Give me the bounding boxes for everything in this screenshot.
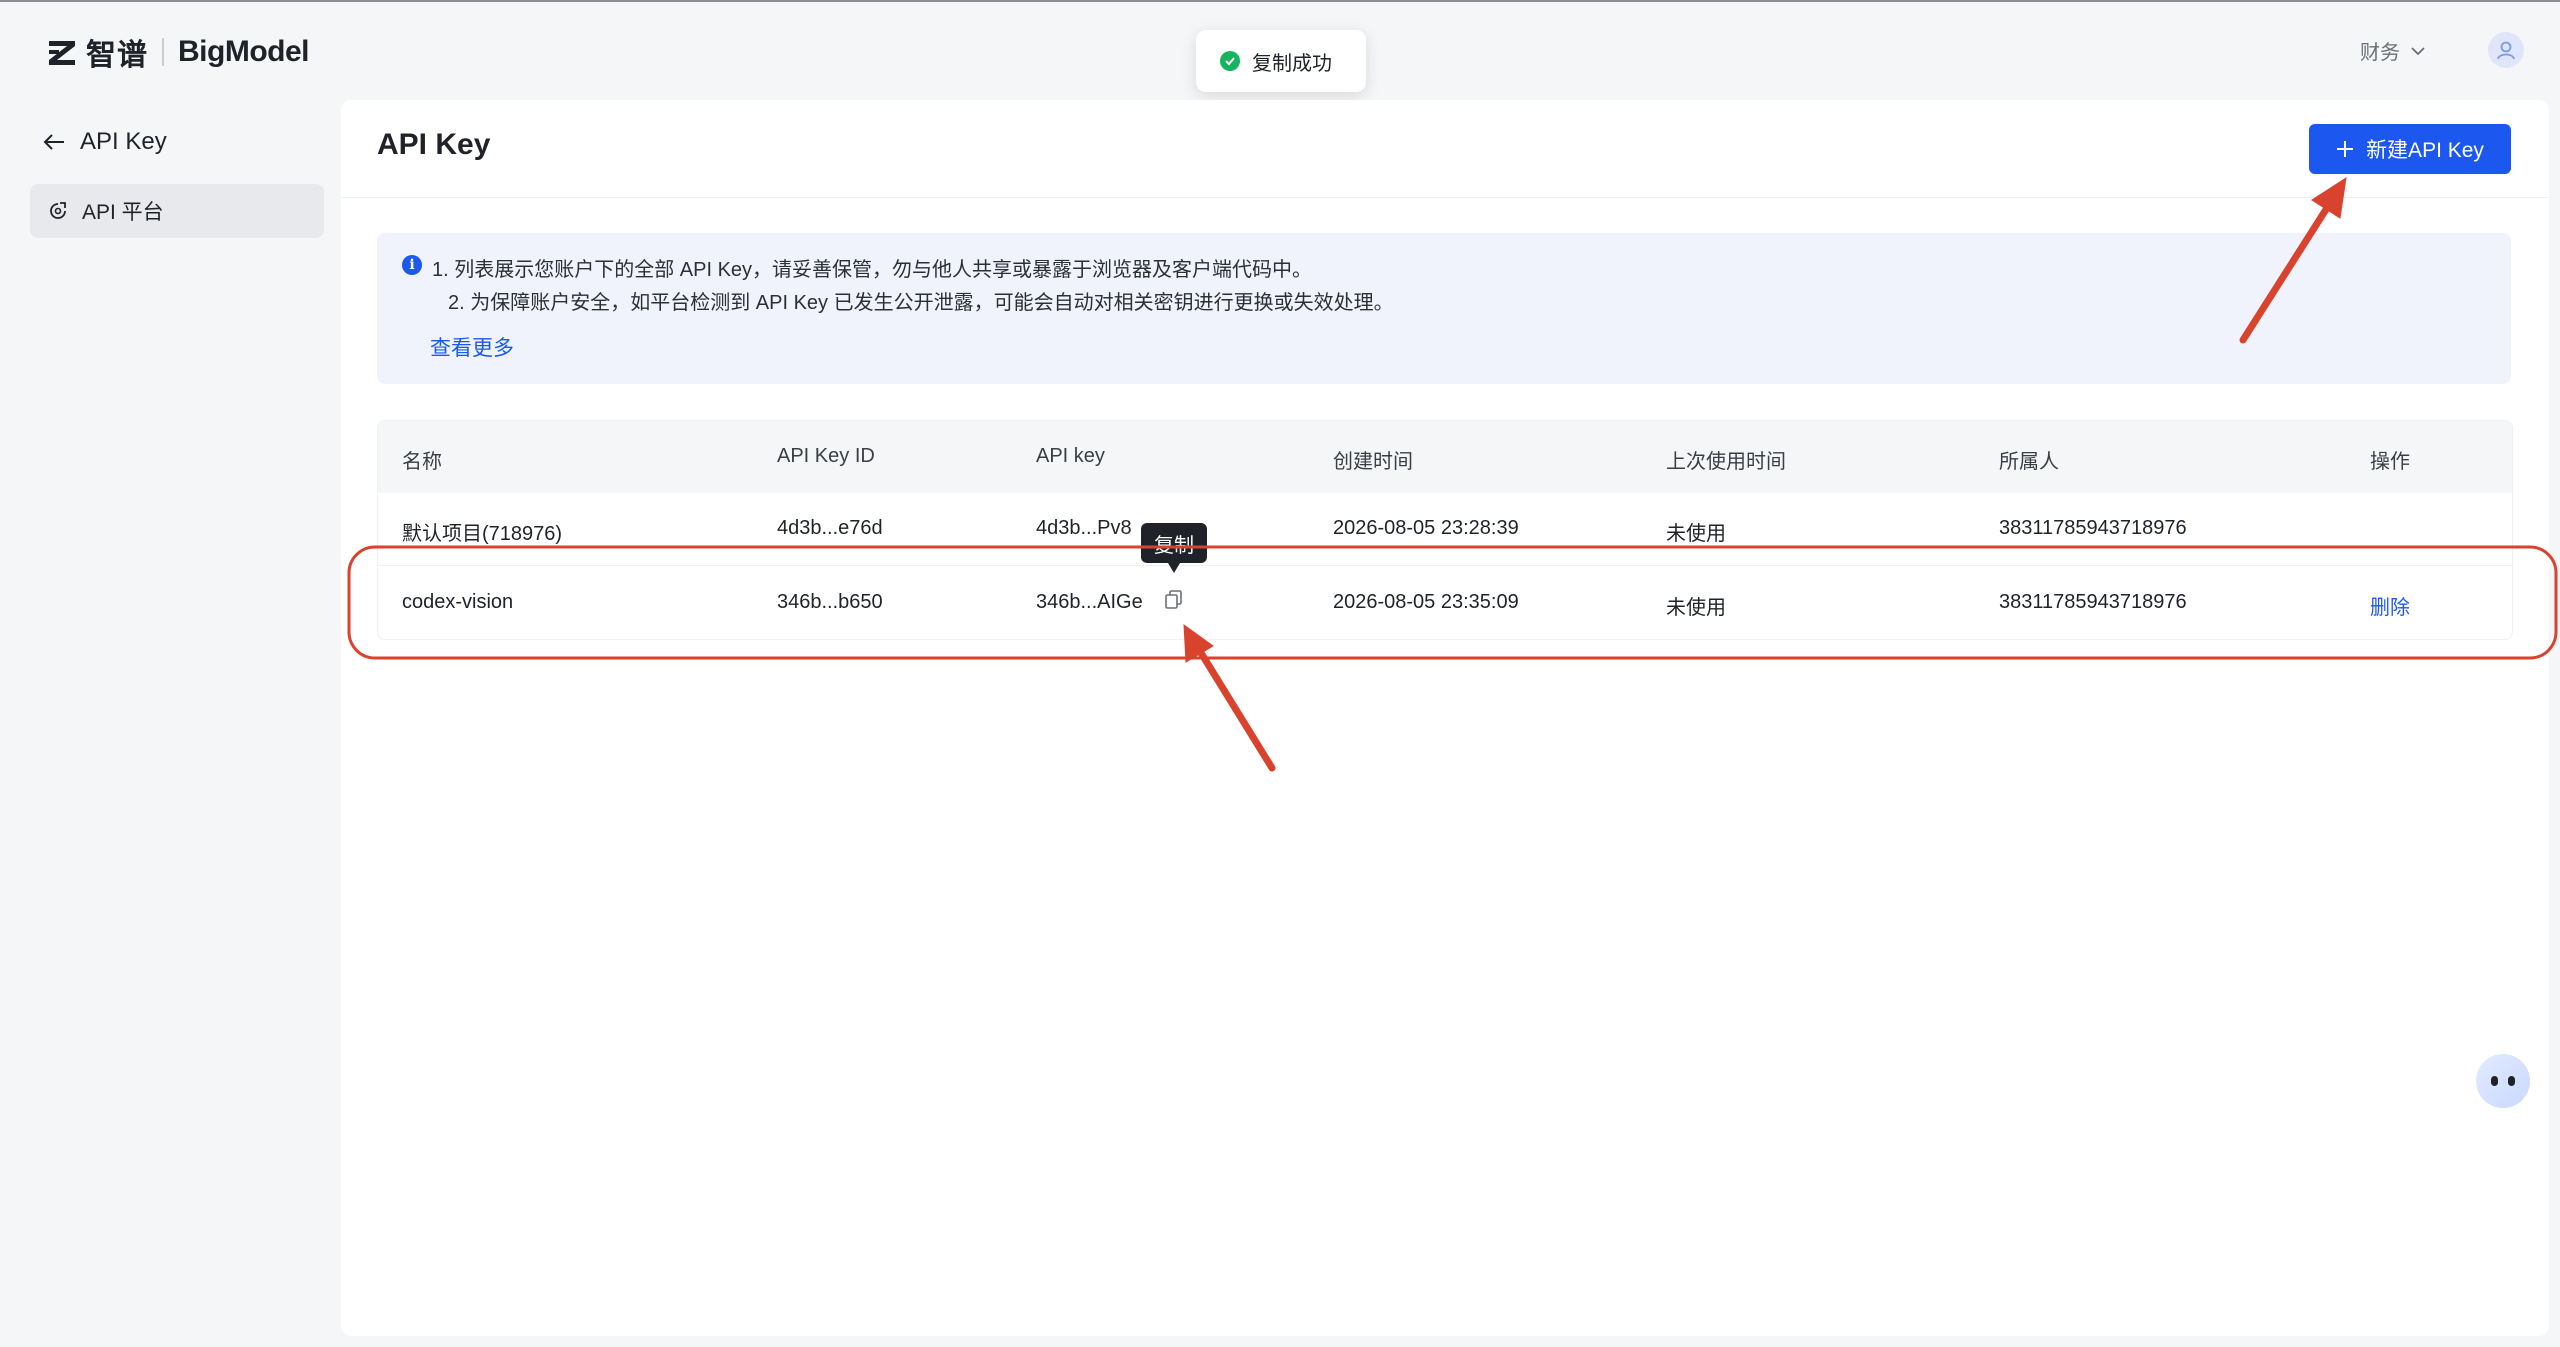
row2-name: codex-vision [402,591,514,613]
brand-name-en: BigModel [178,35,310,68]
top-border [0,0,2560,2]
row2-api-key: 346b...AIGe [1036,591,1143,613]
z-logo-icon [49,41,75,65]
view-more-link[interactable]: 查看更多 [430,332,514,362]
finance-menu-label: 财务 [2360,42,2400,64]
col-last-used: 上次使用时间 [1666,451,1786,473]
row-divider [378,565,2512,566]
finance-menu[interactable]: 财务 [2360,36,2426,65]
page-title: API Key [377,128,491,161]
copy-tooltip: 复制 [1141,523,1207,573]
back-label: API Key [80,128,167,155]
col-created: 创建时间 [1333,451,1413,473]
main-panel: API Key 新建API Key i 1. 列表展示您账户下的全部 API K… [341,100,2549,1336]
notice-line-2: 2. 为保障账户安全，如平台检测到 API Key 已发生公开泄露，可能会自动对… [448,292,1394,314]
new-api-key-button[interactable]: 新建API Key [2309,124,2511,174]
chevron-down-icon [2411,46,2425,55]
col-api-key: API key [1036,445,1105,467]
arrow-left-icon [43,134,64,150]
col-actions: 操作 [2370,451,2410,473]
row1-last-used: 未使用 [1666,523,1726,545]
delete-link[interactable]: 删除 [2370,591,2410,620]
col-name: 名称 [402,451,442,473]
table-header: 名称 API Key ID API key 创建时间 上次使用时间 所属人 操作 [378,421,2512,493]
sidebar-item-api-platform[interactable]: API 平台 [30,184,324,238]
info-notice: i 1. 列表展示您账户下的全部 API Key，请妥善保管，勿与他人共享或暴露… [377,233,2511,384]
col-owner: 所属人 [1999,451,2059,473]
copy-icon[interactable] [1164,589,1184,611]
api-platform-icon [50,202,66,219]
back-to-api-key[interactable]: API Key [42,128,167,156]
notice-line-1: 1. 列表展示您账户下的全部 API Key，请妥善保管，勿与他人共享或暴露于浏… [432,259,1313,281]
row1-owner: 38311785943718976 [1999,517,2187,539]
row1-name: 默认项目(718976) [402,523,563,545]
assistant-bot-icon[interactable] [2476,1054,2530,1108]
row1-api-key: 4d3b...Pv8 [1036,517,1132,539]
brand-separator [162,38,164,66]
row2-owner: 38311785943718976 [1999,591,2187,613]
col-key-id: API Key ID [777,445,875,467]
toast-text: 复制成功 [1252,52,1332,75]
bot-eye-left [2491,1076,2498,1086]
api-key-table: 名称 API Key ID API key 创建时间 上次使用时间 所属人 操作… [377,420,2513,640]
plus-icon [2337,141,2354,157]
row2-created: 2026-08-05 23:35:09 [1333,591,1519,613]
info-icon: i [402,255,422,275]
row1-key-id: 4d3b...e76d [777,517,883,539]
row2-last-used: 未使用 [1666,597,1726,619]
bot-eye-right [2508,1076,2515,1086]
row2-key-id: 346b...b650 [777,591,883,613]
row1-created: 2026-08-05 23:28:39 [1333,517,1519,539]
new-api-key-label: 新建API Key [2366,139,2484,162]
sidebar-item-label: API 平台 [82,201,164,224]
user-avatar-icon[interactable] [2488,32,2524,68]
header-divider [341,197,2549,198]
brand-name-cn: 智谱 [86,39,148,72]
brand-logo[interactable]: 智谱 BigModel [46,30,310,74]
check-circle-icon [1220,51,1240,71]
success-toast: 复制成功 [1196,30,1366,92]
